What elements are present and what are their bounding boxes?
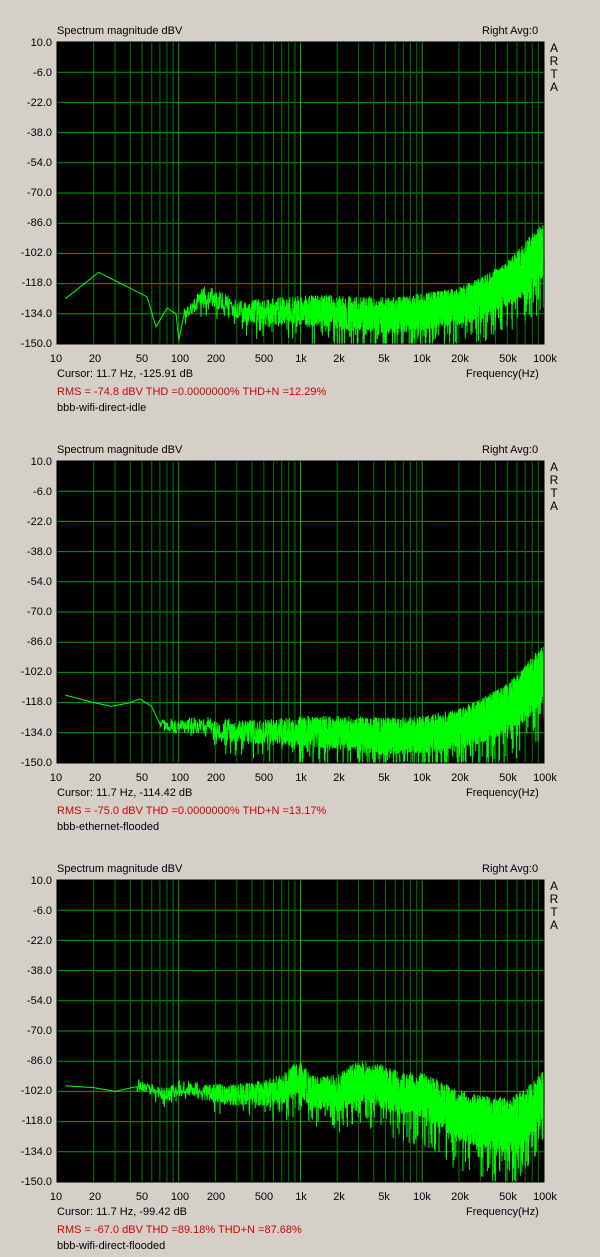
x-tick-label: 500 xyxy=(254,1191,274,1203)
cursor-readout: Cursor: 11.7 Hz, -99.42 dB xyxy=(57,1206,188,1218)
cursor-readout: Cursor: 11.7 Hz, -125.91 dB xyxy=(57,368,194,380)
y-tick-label: 10.0 xyxy=(30,875,52,887)
y-tick-label: -86.0 xyxy=(26,217,52,229)
x-tick-label: 2k xyxy=(333,353,345,365)
y-tick-label: -22.0 xyxy=(26,516,52,528)
rms-thd-readout: RMS = -67.0 dBV THD =89.18% THD+N =87.68… xyxy=(57,1224,302,1236)
x-tick-label: 200 xyxy=(206,772,226,784)
x-tick-label: 50 xyxy=(135,353,149,365)
y-tick-label: -134.0 xyxy=(20,308,52,320)
y-tick-label: -70.0 xyxy=(26,1025,52,1037)
measurement-caption: bbb-wifi-direct-idle xyxy=(57,402,147,414)
y-tick-label: -54.0 xyxy=(26,157,52,169)
y-tick-label: -22.0 xyxy=(26,97,52,109)
x-tick-label: 5k xyxy=(378,353,390,365)
brand-letter: A xyxy=(549,918,558,932)
y-tick-label: -102.0 xyxy=(20,666,52,678)
y-tick-label: -6.0 xyxy=(33,486,52,498)
x-tick-label: 50 xyxy=(135,772,149,784)
y-tick-label: -150.0 xyxy=(20,338,52,350)
x-tick-label: 10k xyxy=(413,1191,431,1203)
x-tick-label: 10k xyxy=(413,772,431,784)
x-tick-label: 20k xyxy=(451,1191,469,1203)
y-tick-label: -38.0 xyxy=(26,546,52,558)
x-axis-label: Frequency(Hz) xyxy=(466,1206,539,1218)
x-tick-label: 50k xyxy=(499,1191,517,1203)
y-tick-label: -54.0 xyxy=(26,576,52,588)
x-tick-label: 20k xyxy=(451,353,469,365)
y-tick-label: -38.0 xyxy=(26,127,52,139)
cursor-readout: Cursor: 11.7 Hz, -114.42 dB xyxy=(57,787,193,799)
y-tick-label: -70.0 xyxy=(26,606,52,618)
x-tick-label: 20 xyxy=(88,772,102,784)
x-tick-label: 1k xyxy=(295,772,307,784)
chart-title: Spectrum magnitude dBV xyxy=(57,863,183,875)
x-tick-label: 5k xyxy=(378,1191,390,1203)
channel-label: Right Avg:0 xyxy=(482,25,539,37)
y-tick-label: -134.0 xyxy=(20,1146,52,1158)
y-tick-label: -118.0 xyxy=(21,696,52,708)
rms-thd-readout: RMS = -74.8 dBV THD =0.0000000% THD+N =1… xyxy=(57,386,327,398)
chart-title: Spectrum magnitude dBV xyxy=(57,444,183,456)
x-tick-label: 200 xyxy=(206,1191,226,1203)
chart-title: Spectrum magnitude dBV xyxy=(57,25,183,37)
y-tick-label: -54.0 xyxy=(26,995,52,1007)
x-tick-label: 100 xyxy=(170,353,190,365)
y-tick-label: -102.0 xyxy=(20,247,52,259)
y-tick-label: -70.0 xyxy=(26,187,52,199)
y-tick-label: -6.0 xyxy=(33,67,52,79)
y-tick-label: -38.0 xyxy=(26,965,52,977)
x-tick-label: 10 xyxy=(49,772,63,784)
x-tick-label: 200 xyxy=(206,353,226,365)
x-tick-label: 50 xyxy=(135,1191,149,1203)
spectrum-panel-3: Spectrum magnitude dBV Right Avg:0 A R T… xyxy=(0,838,600,1257)
y-tick-label: -102.0 xyxy=(20,1085,52,1097)
y-tick-label: -6.0 xyxy=(33,905,52,917)
channel-label: Right Avg:0 xyxy=(482,863,539,875)
x-tick-label: 500 xyxy=(254,772,274,784)
channel-label: Right Avg:0 xyxy=(482,444,539,456)
x-tick-label: 1k xyxy=(295,353,307,365)
y-tick-label: 10.0 xyxy=(30,456,52,468)
x-axis-label: Frequency(Hz) xyxy=(466,787,539,799)
x-tick-label: 1k xyxy=(295,1191,307,1203)
y-tick-label: -86.0 xyxy=(26,636,52,648)
x-tick-label: 20k xyxy=(451,772,469,784)
x-tick-label: 100k xyxy=(533,772,557,784)
x-tick-label: 100 xyxy=(170,1191,190,1203)
measurement-caption: bbb-ethernet-flooded xyxy=(57,821,160,833)
measurement-caption: bbb-wifi-direct-flooded xyxy=(57,1240,166,1252)
y-tick-label: 10.0 xyxy=(30,37,52,49)
brand-letter: A xyxy=(549,499,558,513)
x-tick-label: 5k xyxy=(378,772,390,784)
x-tick-label: 2k xyxy=(333,1191,345,1203)
x-tick-label: 100k xyxy=(533,353,557,365)
x-tick-label: 50k xyxy=(499,772,517,784)
x-tick-label: 2k xyxy=(333,772,345,784)
x-tick-label: 500 xyxy=(254,353,274,365)
y-tick-label: -118.0 xyxy=(21,277,52,289)
rms-thd-readout: RMS = -75.0 dBV THD =0.0000000% THD+N =1… xyxy=(57,805,327,817)
x-tick-label: 100 xyxy=(170,772,190,784)
spectrum-panel-1: Spectrum magnitude dBV Right Avg:0 A R T… xyxy=(0,0,600,419)
x-tick-label: 10 xyxy=(49,353,63,365)
x-tick-label: 20 xyxy=(88,1191,102,1203)
y-tick-label: -86.0 xyxy=(26,1055,52,1067)
spectrum-panel-2: Spectrum magnitude dBV Right Avg:0 A R T… xyxy=(0,419,600,838)
x-tick-label: 10k xyxy=(413,353,431,365)
brand-letter: A xyxy=(549,80,558,94)
x-tick-label: 20 xyxy=(88,353,102,365)
y-tick-label: -150.0 xyxy=(20,1176,52,1188)
x-tick-label: 50k xyxy=(499,353,517,365)
y-tick-label: -118.0 xyxy=(21,1115,52,1127)
y-tick-label: -134.0 xyxy=(20,727,52,739)
y-tick-label: -150.0 xyxy=(20,757,52,769)
x-tick-label: 10 xyxy=(49,1191,63,1203)
x-tick-label: 100k xyxy=(533,1191,557,1203)
y-tick-label: -22.0 xyxy=(26,935,52,947)
x-axis-label: Frequency(Hz) xyxy=(466,368,539,380)
